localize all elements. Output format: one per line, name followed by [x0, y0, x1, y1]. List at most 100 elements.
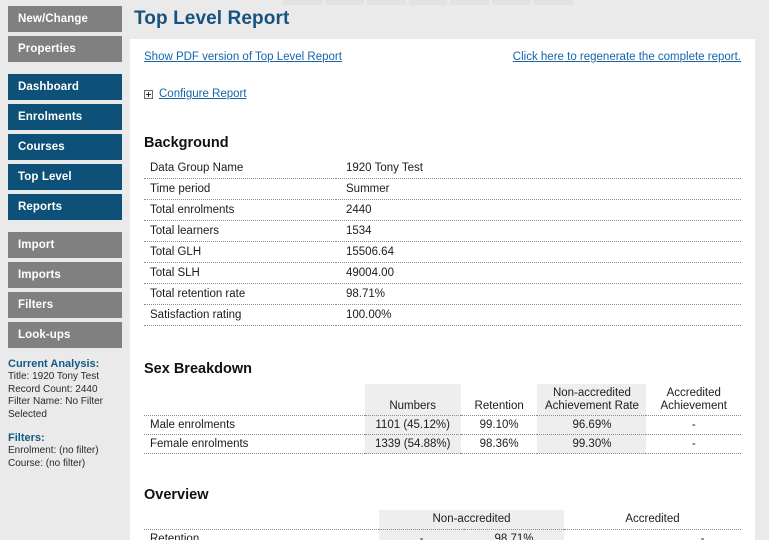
row-label: Total SLH — [144, 263, 336, 284]
current-analysis-title: Title: 1920 Tony Test — [8, 371, 122, 384]
sex-breakdown-section-title: Sex Breakdown — [144, 361, 741, 377]
column-header-accredited-achievement: Accredited Achievement — [646, 384, 741, 416]
sidebar-item-enrolments[interactable]: Enrolments — [8, 104, 122, 130]
row-label: Time period — [144, 179, 336, 200]
background-section-title: Background — [144, 135, 741, 151]
column-header-retention: Retention — [461, 384, 538, 416]
table-row: Total SLH 49004.00 — [144, 263, 741, 284]
sidebar-item-label: Reports — [18, 201, 62, 213]
row-value: 2440 — [336, 200, 741, 221]
sidebar-item-import[interactable]: Import — [8, 232, 122, 258]
main-content: Top Level Report Show PDF version of Top… — [130, 0, 769, 540]
column-header-blank — [144, 510, 379, 529]
filters-course: Course: (no filter) — [8, 458, 122, 471]
sidebar-group-divider — [0, 66, 130, 74]
filters-enrolment: Enrolment: (no filter) — [8, 445, 122, 458]
report-links-row: Show PDF version of Top Level Report Cli… — [144, 51, 741, 63]
sidebar-item-label: Imports — [18, 269, 61, 281]
row-value: 98.71% — [336, 284, 741, 305]
table-header-row: Non-accredited Accredited — [144, 510, 741, 529]
sidebar-item-courses[interactable]: Courses — [8, 134, 122, 160]
sidebar-group-divider — [0, 224, 130, 232]
row-value: Summer — [336, 179, 741, 200]
table-row: Total retention rate 98.71% — [144, 284, 741, 305]
sidebar-item-filters[interactable]: Filters — [8, 292, 122, 318]
sidebar-item-label: Enrolments — [18, 111, 82, 123]
table-row: Data Group Name 1920 Tony Test — [144, 158, 741, 179]
cell-accredited: - — [646, 416, 741, 435]
cell-accredited-a — [564, 529, 664, 540]
column-header-non-accredited: Non-accredited — [379, 510, 564, 529]
table-row: Total learners 1534 — [144, 221, 741, 242]
overview-table: Non-accredited Accredited Retention - 98… — [144, 510, 741, 540]
sidebar-item-label: Look-ups — [18, 329, 71, 341]
cell-retention: 98.36% — [461, 435, 538, 454]
row-label: Male enrolments — [144, 416, 365, 435]
row-label: Retention — [144, 529, 379, 540]
sex-breakdown-table: Numbers Retention Non-accredited Achieve… — [144, 384, 741, 454]
row-value: 1920 Tony Test — [336, 158, 741, 179]
column-header-numbers: Numbers — [365, 384, 461, 416]
current-analysis-panel: Current Analysis: Title: 1920 Tony Test … — [0, 352, 130, 470]
configure-report-row[interactable]: Configure Report — [144, 88, 741, 100]
sidebar-item-label: Filters — [18, 299, 53, 311]
page-title: Top Level Report — [130, 0, 769, 30]
row-label: Total retention rate — [144, 284, 336, 305]
table-row: Total GLH 15506.64 — [144, 242, 741, 263]
sidebar-item-label: Dashboard — [18, 81, 79, 93]
filters-heading: Filters: — [8, 432, 122, 444]
sidebar-item-look-ups[interactable]: Look-ups — [8, 322, 122, 348]
table-row: Total enrolments 2440 — [144, 200, 741, 221]
panel-spacer — [8, 421, 122, 432]
sidebar-item-imports[interactable]: Imports — [8, 262, 122, 288]
sidebar-item-new-change[interactable]: New/Change — [8, 6, 122, 32]
row-label: Satisfaction rating — [144, 305, 336, 326]
header-line-1: Non-accredited — [553, 387, 631, 399]
configure-report-link[interactable]: Configure Report — [159, 88, 247, 100]
expand-plus-icon[interactable] — [144, 90, 153, 99]
table-row: Time period Summer — [144, 179, 741, 200]
column-header-accredited: Accredited — [564, 510, 741, 529]
regenerate-report-link[interactable]: Click here to regenerate the complete re… — [513, 51, 741, 63]
column-header-blank — [144, 384, 365, 416]
row-label: Total GLH — [144, 242, 336, 263]
overview-section-title: Overview — [144, 487, 741, 503]
cell-non-accredited: 99.30% — [537, 435, 646, 454]
cell-numbers: 1339 (54.88%) — [365, 435, 461, 454]
table-row: Male enrolments 1101 (45.12%) 99.10% 96.… — [144, 416, 741, 435]
report-card: Show PDF version of Top Level Report Cli… — [130, 39, 755, 540]
sidebar: New/Change Properties Dashboard Enrolmen… — [0, 0, 130, 540]
row-label: Female enrolments — [144, 435, 365, 454]
row-value: 1534 — [336, 221, 741, 242]
sidebar-item-label: Properties — [18, 43, 76, 55]
table-row: Female enrolments 1339 (54.88%) 98.36% 9… — [144, 435, 741, 454]
column-header-non-accredited-rate: Non-accredited Achievement Rate — [537, 384, 646, 416]
row-value: 15506.64 — [336, 242, 741, 263]
sidebar-item-dashboard[interactable]: Dashboard — [8, 74, 122, 100]
cell-accredited: - — [646, 435, 741, 454]
sidebar-item-label: Import — [18, 239, 54, 251]
cell-non-accredited-b: 98.71% — [464, 529, 564, 540]
show-pdf-version-link[interactable]: Show PDF version of Top Level Report — [144, 51, 342, 63]
sidebar-item-label: Courses — [18, 141, 65, 153]
sidebar-item-properties[interactable]: Properties — [8, 36, 122, 62]
table-row: Satisfaction rating 100.00% — [144, 305, 741, 326]
current-analysis-filter-name-cont: Selected — [8, 409, 122, 422]
cell-retention: 99.10% — [461, 416, 538, 435]
row-label: Total learners — [144, 221, 336, 242]
cell-accredited-b: - — [664, 529, 741, 540]
cell-numbers: 1101 (45.12%) — [365, 416, 461, 435]
sidebar-item-label: New/Change — [18, 13, 88, 25]
row-value: 100.00% — [336, 305, 741, 326]
row-label: Total enrolments — [144, 200, 336, 221]
table-row: Retention - 98.71% - — [144, 529, 741, 540]
current-analysis-filter-name: Filter Name: No Filter — [8, 396, 122, 409]
current-analysis-heading: Current Analysis: — [8, 358, 122, 370]
header-line-2: Achievement Rate — [545, 400, 639, 412]
row-value: 49004.00 — [336, 263, 741, 284]
header-line-1: Accredited — [667, 387, 721, 399]
sidebar-item-top-level[interactable]: Top Level — [8, 164, 122, 190]
sidebar-item-reports[interactable]: Reports — [8, 194, 122, 220]
table-header-row: Numbers Retention Non-accredited Achieve… — [144, 384, 741, 416]
background-table: Data Group Name 1920 Tony Test Time peri… — [144, 158, 741, 326]
